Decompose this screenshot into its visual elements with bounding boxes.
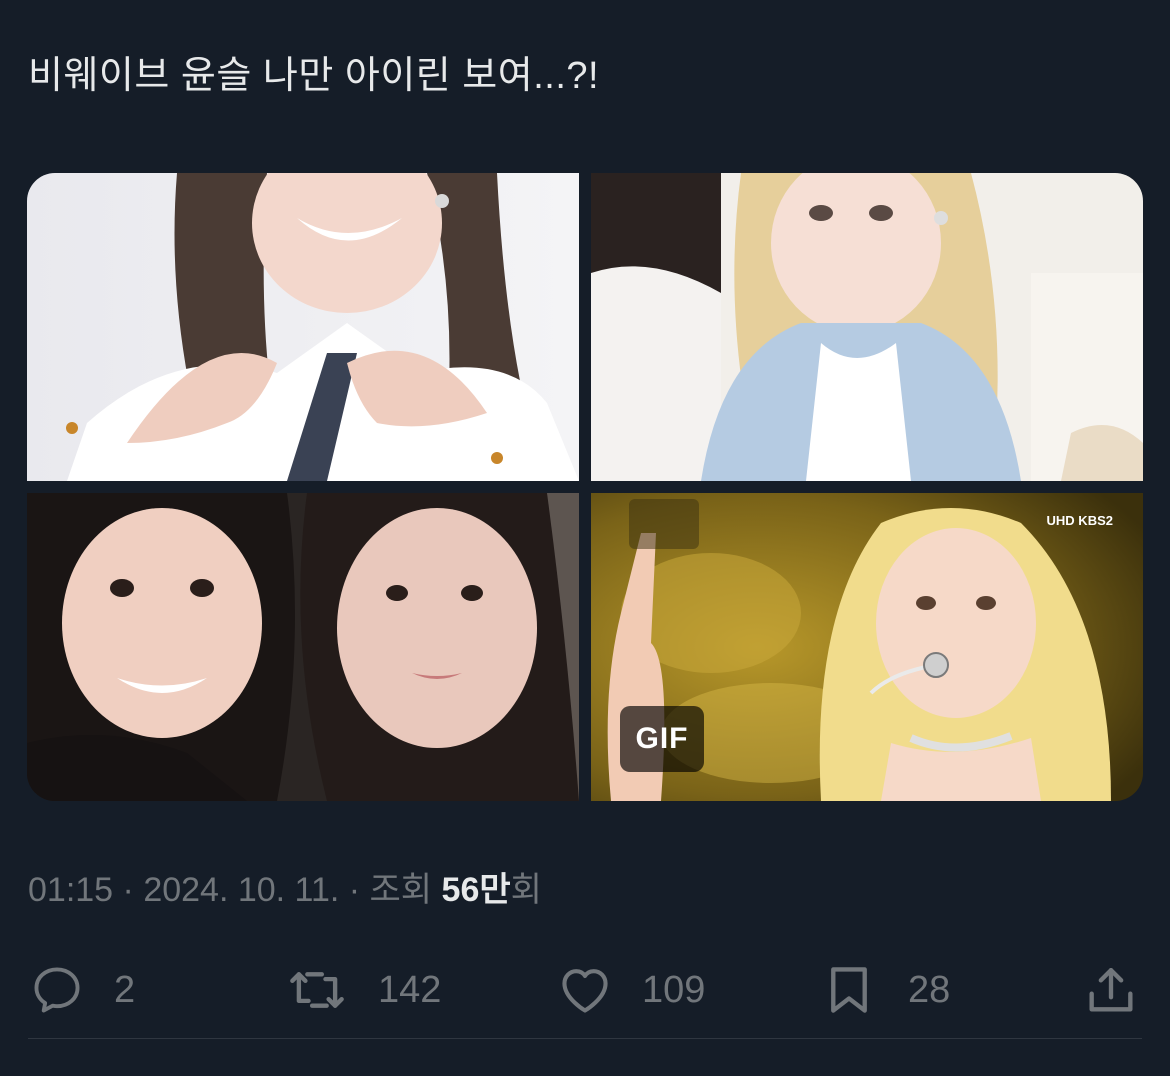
photo-1-image	[27, 173, 579, 481]
like-button[interactable]: 109	[556, 955, 705, 1025]
broadcaster-logo: UHD KBS2	[1047, 513, 1113, 528]
like-count: 109	[642, 968, 706, 1011]
meta-separator: ·	[339, 871, 370, 909]
tweet-date[interactable]: 2024. 10. 11.	[143, 871, 339, 909]
retweet-icon	[290, 972, 344, 1008]
views-label: 조회	[369, 871, 433, 909]
media-photo-2[interactable]	[591, 173, 1143, 481]
reply-icon	[34, 967, 80, 1013]
bookmark-count: 28	[908, 968, 951, 1011]
media-photo-3[interactable]	[27, 493, 579, 801]
photo-2-image	[591, 173, 1143, 481]
bookmark-icon	[831, 967, 867, 1013]
media-gif[interactable]: UHD KBS2 GIF	[591, 493, 1143, 801]
views-suffix: 회	[510, 871, 542, 909]
media-photo-1[interactable]	[27, 173, 579, 481]
reply-button[interactable]: 2	[28, 955, 135, 1025]
reply-count: 2	[114, 968, 136, 1011]
tweet-time[interactable]: 01:15	[28, 871, 113, 909]
share-icon	[1089, 968, 1133, 1012]
views-count: 56만	[441, 871, 511, 909]
share-button[interactable]	[1082, 955, 1140, 1025]
retweet-button[interactable]: 142	[288, 955, 441, 1025]
photo-3-image	[27, 493, 579, 801]
action-bar: 2 142 109 28	[0, 955, 1170, 1025]
media-grid: UHD KBS2 GIF	[27, 173, 1143, 801]
bookmark-button[interactable]: 28	[820, 955, 950, 1025]
divider	[28, 1038, 1142, 1039]
gif-badge: GIF	[620, 706, 704, 772]
tweet-text: 비웨이브 윤슬 나만 아이린 보여...?!	[28, 55, 600, 97]
tweet-meta: 01:15 · 2024. 10. 11. · 조회 56만회	[28, 866, 542, 914]
retweet-count: 142	[378, 968, 442, 1011]
heart-icon	[562, 969, 608, 1013]
meta-separator: ·	[113, 871, 144, 909]
